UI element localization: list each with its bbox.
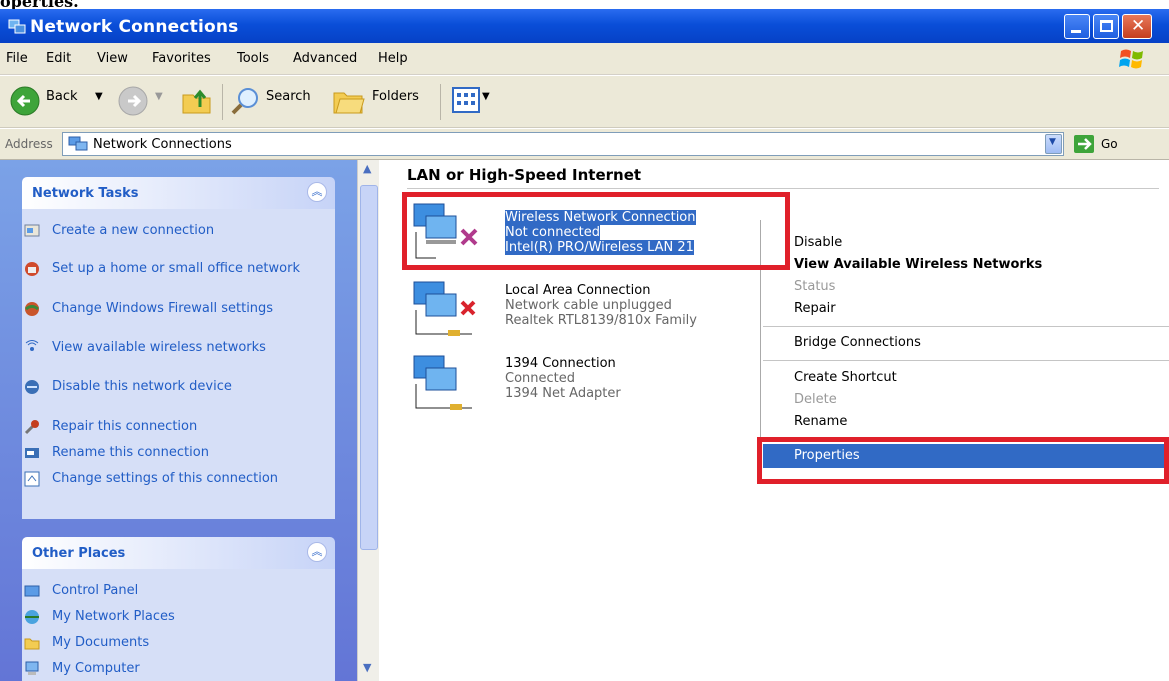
title-bar: Network Connections ✕ — [0, 9, 1169, 43]
collapse-chevron-icon[interactable]: ︽ — [307, 182, 327, 202]
views-dropdown-icon[interactable]: ▼ — [482, 91, 490, 102]
firewall-icon — [25, 302, 39, 316]
close-button[interactable]: ✕ — [1122, 14, 1152, 39]
menu-disable[interactable]: Disable — [794, 235, 842, 250]
lan-connection-status: Network cable unplugged — [505, 298, 672, 313]
other-places-title: Other Places — [32, 546, 126, 561]
address-label: Address — [5, 137, 53, 151]
menu-status[interactable]: Status — [794, 279, 835, 294]
task-home-network[interactable]: Set up a home or small office network — [25, 261, 312, 276]
group-title: LAN or High-Speed Internet — [407, 166, 642, 184]
menu-view[interactable]: View — [97, 51, 128, 66]
menu-file[interactable]: File — [6, 51, 28, 66]
up-folder-icon[interactable] — [180, 85, 214, 117]
menu-bridge-connections[interactable]: Bridge Connections — [794, 335, 921, 350]
back-button[interactable]: Back — [46, 89, 78, 104]
place-my-computer[interactable]: My Computer — [25, 661, 312, 676]
minimize-button[interactable] — [1064, 14, 1090, 39]
1394-connection-name: 1394 Connection — [505, 356, 616, 371]
network-tasks-panel: Create a new connection Set up a home or… — [22, 209, 335, 519]
address-bar: Address Network Connections — [0, 129, 1169, 160]
control-panel-icon — [24, 585, 40, 597]
local-area-connection-icon[interactable] — [412, 278, 484, 344]
go-button[interactable]: Go — [1073, 133, 1153, 157]
menu-bar: File Edit View Favorites Tools Advanced … — [0, 43, 1169, 75]
scroll-up-icon[interactable]: ▲ — [363, 162, 371, 175]
disable-network-icon — [25, 380, 39, 394]
back-arrow-icon[interactable] — [10, 86, 40, 116]
network-connections-icon — [8, 19, 26, 34]
menu-edit[interactable]: Edit — [46, 51, 71, 66]
task-pane-scrollbar[interactable]: ▲ ▼ — [357, 160, 379, 681]
search-button[interactable]: Search — [266, 89, 311, 104]
place-control-panel[interactable]: Control Panel — [24, 583, 312, 598]
annotation-box-wireless — [402, 192, 790, 270]
scroll-down-icon[interactable]: ▼ — [363, 661, 371, 674]
repair-icon — [24, 420, 39, 435]
1394-connection-icon[interactable] — [412, 352, 484, 418]
search-icon[interactable] — [230, 85, 262, 117]
forward-arrow-icon[interactable] — [118, 86, 148, 116]
task-firewall[interactable]: Change Windows Firewall settings — [25, 301, 312, 316]
home-network-icon — [25, 262, 39, 276]
task-pane: Network Tasks ︽ Create a new connection … — [0, 160, 357, 681]
back-dropdown-icon[interactable]: ▼ — [95, 91, 103, 102]
rename-icon — [25, 448, 39, 458]
views-icon[interactable] — [452, 87, 480, 113]
computer-icon — [25, 661, 39, 675]
menu-delete[interactable]: Delete — [794, 392, 837, 407]
address-value: Network Connections — [93, 137, 232, 152]
task-repair[interactable]: Repair this connection — [24, 419, 312, 435]
address-input[interactable]: Network Connections — [62, 132, 1064, 156]
maximize-button[interactable] — [1093, 14, 1119, 39]
menu-help[interactable]: Help — [378, 51, 408, 66]
network-tasks-header[interactable]: Network Tasks ︽ — [22, 177, 335, 209]
new-connection-icon — [24, 224, 40, 237]
task-view-wireless[interactable]: View available wireless networks — [25, 340, 312, 355]
menu-favorites[interactable]: Favorites — [152, 51, 211, 66]
windows-logo-icon — [1119, 49, 1143, 69]
documents-icon — [24, 638, 40, 650]
wireless-icon — [25, 340, 39, 351]
other-places-panel: Control Panel My Network Places My Docum… — [22, 569, 335, 681]
folders-icon[interactable] — [332, 87, 366, 115]
place-my-documents[interactable]: My Documents — [24, 635, 312, 650]
settings-icon — [24, 471, 40, 487]
task-change-settings[interactable]: Change settings of this connection — [24, 471, 312, 487]
menu-advanced[interactable]: Advanced — [293, 51, 357, 66]
folders-button[interactable]: Folders — [372, 89, 419, 104]
1394-connection-status: Connected — [505, 371, 576, 386]
1394-connection-device: 1394 Net Adapter — [505, 386, 621, 401]
network-tasks-title: Network Tasks — [32, 186, 139, 201]
menu-repair[interactable]: Repair — [794, 301, 836, 316]
collapse-chevron-icon[interactable]: ︽ — [307, 542, 327, 562]
go-arrow-icon — [1074, 135, 1094, 153]
forward-dropdown-icon[interactable]: ▼ — [155, 91, 163, 102]
toolbar: Back ▼ ▼ Search Folders ▼ — [0, 76, 1169, 128]
lan-connection-name: Local Area Connection — [505, 283, 651, 298]
menu-rename[interactable]: Rename — [794, 414, 847, 429]
local-area-connection-item[interactable]: Local Area Connection Network cable unpl… — [505, 283, 697, 328]
task-disable-device[interactable]: Disable this network device — [25, 379, 312, 394]
scrollbar-thumb[interactable] — [360, 185, 378, 550]
address-dropdown-icon[interactable]: ▼ — [1045, 134, 1062, 154]
go-label: Go — [1101, 137, 1118, 151]
annotation-box-properties — [757, 437, 1169, 484]
other-places-header[interactable]: Other Places ︽ — [22, 537, 335, 569]
menu-create-shortcut[interactable]: Create Shortcut — [794, 370, 897, 385]
place-network-places[interactable]: My Network Places — [25, 609, 312, 624]
1394-connection-item[interactable]: 1394 Connection Connected 1394 Net Adapt… — [505, 356, 621, 401]
network-connections-icon — [68, 136, 88, 151]
menu-view-wireless-networks[interactable]: View Available Wireless Networks — [794, 257, 1042, 272]
window-title: Network Connections — [30, 17, 239, 37]
task-create-connection[interactable]: Create a new connection — [24, 223, 312, 238]
network-places-icon — [25, 610, 39, 624]
lan-connection-device: Realtek RTL8139/810x Family — [505, 313, 697, 328]
task-rename[interactable]: Rename this connection — [25, 445, 312, 460]
menu-tools[interactable]: Tools — [237, 51, 269, 66]
